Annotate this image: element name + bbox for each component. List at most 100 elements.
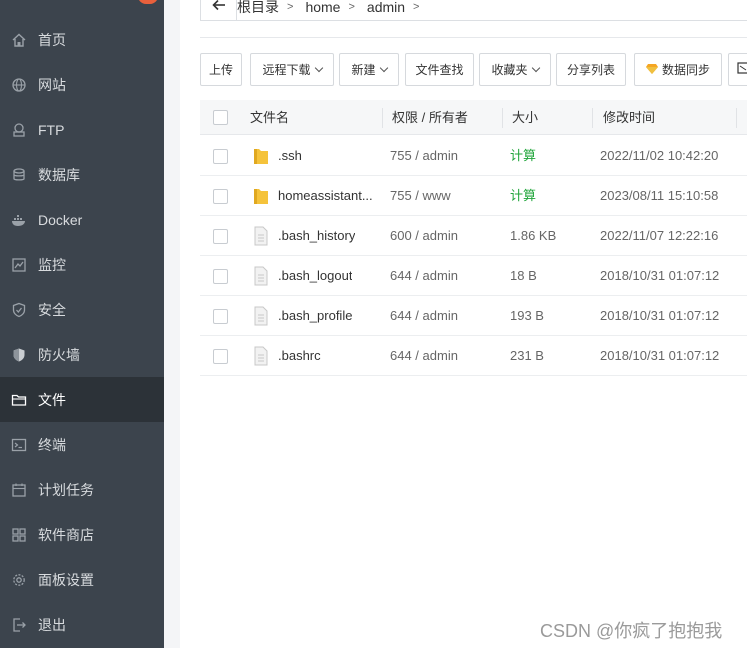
sidebar-item-database[interactable]: 数据库 bbox=[0, 152, 164, 197]
breadcrumb: 根目录 > home > admin > bbox=[200, 0, 747, 21]
apps-grid-icon bbox=[0, 527, 38, 543]
globe-icon bbox=[0, 77, 38, 93]
sidebar-item-app-store[interactable]: 软件商店 bbox=[0, 512, 164, 557]
breadcrumb-label: 根目录 bbox=[237, 0, 279, 15]
breadcrumb-item-admin[interactable]: admin > bbox=[367, 0, 432, 15]
row-checkbox[interactable] bbox=[213, 229, 228, 244]
share-list-button[interactable]: 分享列表 bbox=[556, 53, 626, 86]
folder-icon bbox=[0, 392, 38, 408]
file-size: 193 B bbox=[510, 308, 544, 323]
file-perm[interactable]: 644 / admin bbox=[390, 296, 458, 336]
logout-icon bbox=[0, 617, 38, 633]
sidebar-item-home[interactable]: 首页 bbox=[0, 17, 164, 62]
table-row[interactable]: .bash_history 600 / admin 1.86 KB 2022/1… bbox=[200, 216, 747, 256]
breadcrumb-item-root[interactable]: 根目录 > bbox=[237, 0, 305, 17]
shield-check-icon bbox=[0, 302, 38, 318]
file-perm[interactable]: 644 / admin bbox=[390, 256, 458, 296]
file-perm[interactable]: 600 / admin bbox=[390, 216, 458, 256]
docker-icon bbox=[0, 212, 38, 228]
sidebar-item-label: Docker bbox=[38, 211, 83, 228]
file-icon bbox=[253, 306, 269, 331]
file-size: 1.86 KB bbox=[510, 228, 557, 243]
chevron-down-icon bbox=[314, 63, 323, 73]
chevron-right-icon: > bbox=[287, 1, 294, 13]
sidebar-item-label: 软件商店 bbox=[38, 526, 94, 543]
table-row[interactable]: .bashrc 644 / admin 231 B 2018/10/31 01:… bbox=[200, 336, 747, 376]
file-table-header: 文件名 权限 / 所有者 大小 修改时间 bbox=[200, 100, 747, 135]
column-divider bbox=[736, 108, 737, 128]
file-mtime: 2018/10/31 01:07:12 bbox=[600, 308, 720, 323]
sidebar-item-label: 监控 bbox=[38, 256, 66, 273]
row-checkbox[interactable] bbox=[213, 149, 228, 164]
table-row[interactable]: .bash_profile 644 / admin 193 B 2018/10/… bbox=[200, 296, 747, 336]
remote-download-label: 远程下载 bbox=[262, 63, 311, 77]
sidebar-item-files[interactable]: 文件 bbox=[0, 377, 164, 422]
arrow-left-icon bbox=[211, 0, 226, 16]
sidebar-item-firewall[interactable]: 防火墙 bbox=[0, 332, 164, 377]
row-checkbox[interactable] bbox=[213, 269, 228, 284]
notification-badge[interactable] bbox=[138, 0, 158, 4]
more-button[interactable] bbox=[728, 53, 747, 86]
sidebar-item-cron[interactable]: 计划任务 bbox=[0, 467, 164, 512]
file-name[interactable]: .bashrc bbox=[278, 336, 321, 376]
sidebar-item-website[interactable]: 网站 bbox=[0, 62, 164, 107]
sidebar-item-docker[interactable]: Docker bbox=[0, 197, 164, 242]
data-sync-label: 数据同步 bbox=[661, 63, 710, 77]
column-divider bbox=[592, 108, 593, 128]
sidebar-item-label: 计划任务 bbox=[38, 481, 94, 498]
file-name[interactable]: .bash_logout bbox=[278, 256, 352, 296]
file-mtime: 2022/11/02 10:42:20 bbox=[600, 148, 719, 163]
watermark: CSDN @你疯了抱抱我 bbox=[540, 621, 723, 641]
file-search-label: 文件查找 bbox=[415, 63, 464, 77]
row-checkbox[interactable] bbox=[213, 349, 228, 364]
file-name[interactable]: .ssh bbox=[278, 136, 302, 176]
favorites-button[interactable]: 收藏夹 bbox=[479, 53, 551, 86]
sidebar-item-terminal[interactable]: 终端 bbox=[0, 422, 164, 467]
sidebar-item-logout[interactable]: 退出 bbox=[0, 602, 164, 647]
file-mtime: 2022/11/07 12:22:16 bbox=[600, 228, 719, 243]
table-row[interactable]: homeassistant... 755 / www 计算 2023/08/11… bbox=[200, 176, 747, 216]
column-header-size[interactable]: 大小 bbox=[512, 100, 538, 135]
gear-icon bbox=[0, 572, 38, 588]
home-icon bbox=[0, 32, 38, 48]
file-size: 18 B bbox=[510, 268, 537, 283]
back-button[interactable] bbox=[201, 0, 237, 20]
file-mtime: 2023/08/11 15:10:58 bbox=[600, 188, 719, 203]
gem-icon bbox=[645, 63, 662, 77]
sidebar-item-security[interactable]: 安全 bbox=[0, 287, 164, 332]
breadcrumb-item-home[interactable]: home > bbox=[305, 0, 366, 15]
sidebar-item-panel-settings[interactable]: 面板设置 bbox=[0, 557, 164, 602]
sidebar-item-monitor[interactable]: 监控 bbox=[0, 242, 164, 287]
remote-download-button[interactable]: 远程下载 bbox=[250, 53, 334, 86]
sidebar-item-ftp[interactable]: FTP bbox=[0, 107, 164, 152]
file-name[interactable]: .bash_history bbox=[278, 216, 355, 256]
column-header-mtime[interactable]: 修改时间 bbox=[603, 100, 655, 135]
file-size: 231 B bbox=[510, 348, 544, 363]
table-row[interactable]: .ssh 755 / admin 计算 2022/11/02 10:42:20 bbox=[200, 136, 747, 176]
file-search-button[interactable]: 文件查找 bbox=[405, 53, 474, 86]
column-header-perm[interactable]: 权限 / 所有者 bbox=[392, 100, 468, 135]
column-header-name[interactable]: 文件名 bbox=[250, 100, 289, 135]
upload-button[interactable]: 上传 bbox=[200, 53, 242, 86]
file-name[interactable]: homeassistant... bbox=[278, 176, 373, 216]
sidebar: 首页 网站 FTP 数据库 Docker 监控 安全 防火墙 文件 终端 计划任… bbox=[0, 0, 164, 648]
table-row[interactable]: .bash_logout 644 / admin 18 B 2018/10/31… bbox=[200, 256, 747, 296]
chevron-right-icon: > bbox=[413, 1, 420, 13]
row-checkbox[interactable] bbox=[213, 309, 228, 324]
file-icon bbox=[253, 266, 269, 291]
file-perm[interactable]: 755 / www bbox=[390, 176, 451, 216]
calc-size-link[interactable]: 计算 bbox=[510, 176, 536, 216]
file-perm[interactable]: 755 / admin bbox=[390, 136, 458, 176]
file-icon bbox=[253, 226, 269, 251]
row-checkbox[interactable] bbox=[213, 189, 228, 204]
file-perm[interactable]: 644 / admin bbox=[390, 336, 458, 376]
data-sync-button[interactable]: 数据同步 bbox=[634, 53, 722, 86]
select-all-checkbox[interactable] bbox=[213, 110, 228, 125]
sidebar-item-label: 数据库 bbox=[38, 166, 80, 183]
calc-size-link[interactable]: 计算 bbox=[510, 136, 536, 176]
new-button[interactable]: 新建 bbox=[339, 53, 399, 86]
chevron-down-icon bbox=[531, 63, 540, 73]
sidebar-item-label: 文件 bbox=[38, 391, 66, 408]
file-name[interactable]: .bash_profile bbox=[278, 296, 352, 336]
sidebar-item-label: FTP bbox=[38, 121, 65, 138]
